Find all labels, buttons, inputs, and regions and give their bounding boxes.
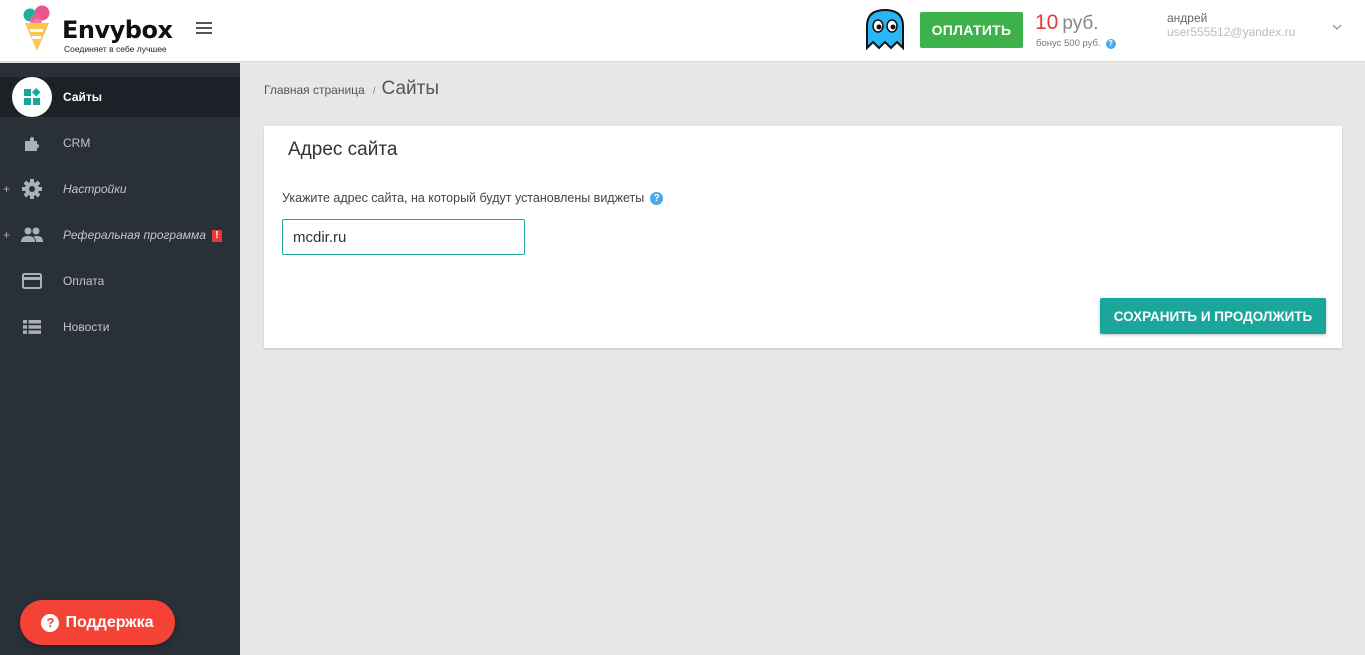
- sidebar-item-label: Реферальная программа!: [63, 228, 222, 242]
- page-title: Сайты: [381, 78, 439, 99]
- sidebar-item-news[interactable]: Новости: [0, 307, 240, 347]
- widgets-icon: [12, 77, 52, 117]
- sidebar-item-label: Новости: [63, 320, 110, 334]
- support-button[interactable]: ? Поддержка: [20, 600, 175, 645]
- sidebar-item-label: CRM: [63, 136, 91, 150]
- logo[interactable]: Envybox Соединяет в себе лучшее: [22, 5, 182, 57]
- sidebar-item-label: Оплата: [63, 274, 105, 288]
- list-icon: [19, 314, 45, 340]
- ice-cream-logo-icon: [23, 5, 50, 51]
- balance-currency: руб.: [1062, 13, 1099, 34]
- support-label: Поддержка: [65, 613, 154, 631]
- site-address-input[interactable]: [282, 219, 525, 255]
- breadcrumb-separator: /: [372, 86, 376, 97]
- expand-plus-icon[interactable]: +: [3, 182, 10, 196]
- chevron-down-icon[interactable]: [1332, 22, 1342, 32]
- sidebar: Сайты CRM + Настройки + Реферальная прог…: [0, 63, 240, 655]
- expand-plus-icon[interactable]: +: [3, 228, 10, 242]
- sidebar-item-payment[interactable]: Оплата: [0, 261, 240, 301]
- bonus-help-icon[interactable]: ?: [1105, 38, 1116, 49]
- sidebar-item-label-text: Реферальная программа: [63, 228, 206, 242]
- pay-button[interactable]: ОПЛАТИТЬ: [920, 12, 1023, 48]
- puzzle-icon: [19, 130, 45, 156]
- balance-amount: 10: [1035, 11, 1059, 34]
- top-header: Envybox Соединяет в себе лучшее ОПЛАТИТЬ…: [0, 0, 1365, 62]
- site-address-card: Адрес сайта Укажите адрес сайта, на кото…: [264, 126, 1342, 348]
- scrollbar[interactable]: [1357, 63, 1365, 655]
- sidebar-item-settings[interactable]: + Настройки: [0, 169, 240, 209]
- bonus-text: бонус 500 руб.: [1036, 38, 1101, 49]
- logo-tagline: Соединяет в себе лучшее: [64, 44, 167, 54]
- people-icon: [19, 222, 45, 248]
- gear-icon: [19, 176, 45, 202]
- site-address-hint: Укажите адрес сайта, на который будут ус…: [282, 191, 664, 205]
- credit-card-icon: [19, 268, 45, 294]
- menu-icon[interactable]: [196, 22, 212, 38]
- balance: 10 руб.: [1035, 11, 1099, 35]
- sidebar-item-label: Сайты: [63, 90, 102, 104]
- breadcrumb-home-link[interactable]: Главная страница: [264, 83, 365, 97]
- bonus-info: бонус 500 руб. ?: [1036, 38, 1116, 49]
- user-email[interactable]: user555512@yandex.ru: [1167, 25, 1295, 39]
- save-and-continue-button[interactable]: СОХРАНИТЬ И ПРОДОЛЖИТЬ: [1100, 298, 1326, 334]
- hint-text: Укажите адрес сайта, на который будут ус…: [282, 191, 645, 205]
- logo-name: Envybox: [62, 16, 173, 44]
- card-title: Адрес сайта: [288, 139, 398, 160]
- question-icon: ?: [41, 613, 60, 632]
- sidebar-item-crm[interactable]: CRM: [0, 123, 240, 163]
- alert-badge: !: [211, 229, 222, 242]
- sidebar-item-label: Настройки: [63, 182, 127, 196]
- help-icon[interactable]: ?: [650, 191, 664, 205]
- ghost-avatar-icon[interactable]: [864, 8, 906, 52]
- breadcrumb: Главная страница / Сайты: [264, 78, 439, 100]
- sidebar-item-sites[interactable]: Сайты: [0, 77, 240, 117]
- sidebar-item-referral[interactable]: + Реферальная программа!: [0, 215, 240, 255]
- user-name[interactable]: андрей: [1167, 11, 1207, 25]
